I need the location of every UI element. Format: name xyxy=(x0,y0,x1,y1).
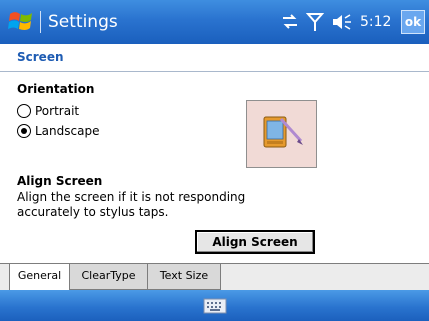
orientation-heading: Orientation xyxy=(17,82,95,96)
tab-strip: General ClearType Text Size xyxy=(0,263,429,290)
orientation-preview xyxy=(246,100,317,168)
align-heading: Align Screen xyxy=(17,174,103,188)
page-title: Screen xyxy=(17,50,64,64)
sync-icon[interactable] xyxy=(280,12,300,32)
landscape-label[interactable]: Landscape xyxy=(35,124,99,138)
landscape-radio[interactable] xyxy=(17,124,31,138)
tab-text-size[interactable]: Text Size xyxy=(148,264,221,290)
tab-general[interactable]: General xyxy=(9,264,70,290)
align-description-line1: Align the screen if it is not responding xyxy=(17,190,246,204)
portrait-option[interactable]: Portrait xyxy=(17,104,79,118)
page-header: Screen xyxy=(0,44,429,72)
title-separator xyxy=(40,11,41,33)
portrait-label[interactable]: Portrait xyxy=(35,104,79,118)
speaker-icon[interactable] xyxy=(331,12,353,32)
clock-time[interactable]: 5:12 xyxy=(360,13,391,31)
tab-cleartype[interactable]: ClearType xyxy=(70,264,148,290)
signal-icon[interactable] xyxy=(306,12,324,32)
pocketpc-device-icon xyxy=(263,116,303,148)
windows-flag-icon[interactable] xyxy=(7,9,35,35)
app-title: Settings xyxy=(48,12,118,32)
ok-button[interactable]: ok xyxy=(401,10,425,34)
portrait-radio[interactable] xyxy=(17,104,31,118)
bottom-menu-bar xyxy=(0,290,429,321)
landscape-option[interactable]: Landscape xyxy=(17,124,99,138)
align-screen-button[interactable]: Align Screen xyxy=(195,230,315,254)
title-bar: Settings 5:12 ok xyxy=(0,0,429,44)
keyboard-icon[interactable] xyxy=(203,298,227,314)
align-description-line2: accurately to stylus taps. xyxy=(17,205,169,219)
